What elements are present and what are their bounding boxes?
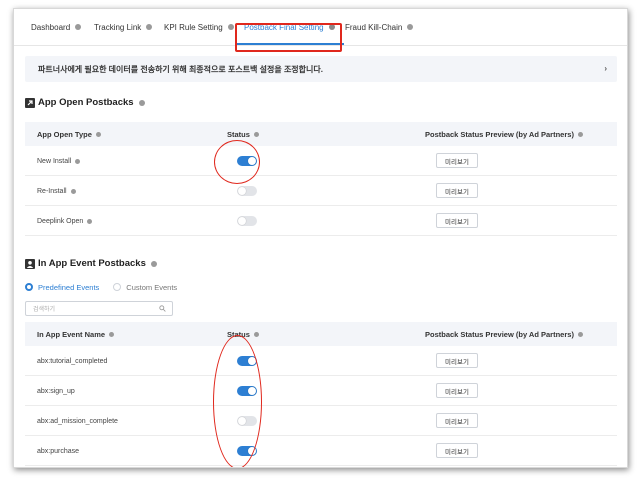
banner-text: 파트너사에게 필요한 데이터를 전송하기 위해 최종적으로 포스트백 설정을 조… [38,64,323,74]
app-frame: Dashboard Tracking Link KPI Rule Setting… [13,8,628,468]
status-toggle[interactable] [237,186,257,196]
radio-custom-events[interactable] [113,283,122,291]
preview-button[interactable]: 미리보기 [436,153,478,168]
table-row: Re-Install 미리보기 [25,176,617,206]
help-icon [253,131,259,137]
table-row: Deeplink Open 미리보기 [25,206,617,236]
help-icon [95,131,101,137]
radio-label[interactable]: Predefined Events [38,283,99,292]
help-icon [407,24,414,30]
column-header-type: App Open Type [37,122,101,146]
preview-button[interactable]: 미리보기 [436,353,478,368]
event-type-radio-group: Predefined Events Custom Events [25,281,191,293]
help-icon [87,218,93,224]
search-placeholder: 검색하기 [33,306,56,313]
chevron-right-icon: › [604,64,607,73]
tab-label: Fraud Kill-Chain [345,22,403,32]
tab-kpi-rule-setting[interactable]: KPI Rule Setting [164,9,234,45]
table-header: App Open Type Status Postback Status Pre… [25,122,617,146]
section-title-app-open: App Open Postbacks [25,97,145,108]
help-icon [146,24,153,30]
info-banner[interactable]: 파트너사에게 필요한 데이터를 전송하기 위해 최종적으로 포스트백 설정을 조… [25,56,617,82]
tab-label: Dashboard [31,22,71,32]
help-icon [150,260,157,267]
radio-predefined-events[interactable] [25,283,33,291]
tab-fraud-kill-chain[interactable]: Fraud Kill-Chain [345,9,414,45]
preview-button[interactable]: 미리보기 [436,443,478,458]
row-name: abx:sign_up [37,387,75,395]
column-header-name: In App Event Name [37,322,115,346]
row-name: Deeplink Open [37,206,93,236]
section-title-text: In App Event Postbacks [38,258,146,269]
column-header-preview: Postback Status Preview (by Ad Partners) [425,122,583,146]
annotation-box [235,23,342,52]
preview-button[interactable]: 미리보기 [436,383,478,398]
help-icon [70,188,76,194]
tab-dashboard[interactable]: Dashboard [31,9,82,45]
table-row: abx:tutorial_completed 미리보기 [25,346,617,376]
external-link-icon [25,97,35,108]
table-header: In App Event Name Status Postback Status… [25,322,617,346]
help-icon [75,158,81,164]
help-icon [577,131,583,137]
table-row: abx:purchase 미리보기 [25,436,617,466]
table-row: New Install 미리보기 [25,146,617,176]
annotation-circle [214,140,260,184]
help-icon [75,24,82,30]
search-input[interactable]: 검색하기 [25,301,173,316]
table-row: abx:sign_up 미리보기 [25,376,617,406]
row-name: abx:tutorial_completed [37,357,108,365]
section-title-in-app: In App Event Postbacks [25,258,157,269]
tab-label: KPI Rule Setting [164,22,223,32]
tab-tracking-link[interactable]: Tracking Link [94,9,153,45]
help-icon [577,331,583,337]
table-row: abx:ad_mission_complete 미리보기 [25,406,617,436]
help-icon [253,331,259,337]
row-name: abx:ad_mission_complete [37,417,118,425]
help-icon [109,331,115,337]
row-name: New Install [37,146,81,176]
row-name: Re-Install [37,176,76,206]
section-title-text: App Open Postbacks [38,97,134,108]
help-icon [138,99,145,106]
preview-button[interactable]: 미리보기 [436,183,478,198]
preview-button[interactable]: 미리보기 [436,413,478,428]
user-icon [25,258,35,269]
search-icon [159,305,166,312]
preview-button[interactable]: 미리보기 [436,213,478,228]
tab-label: Tracking Link [94,22,142,32]
column-header-preview: Postback Status Preview (by Ad Partners) [425,322,583,346]
radio-label[interactable]: Custom Events [126,283,177,292]
row-name: abx:purchase [37,447,80,455]
annotation-ellipse [213,335,262,467]
status-toggle[interactable] [237,216,257,226]
help-icon [227,24,234,30]
